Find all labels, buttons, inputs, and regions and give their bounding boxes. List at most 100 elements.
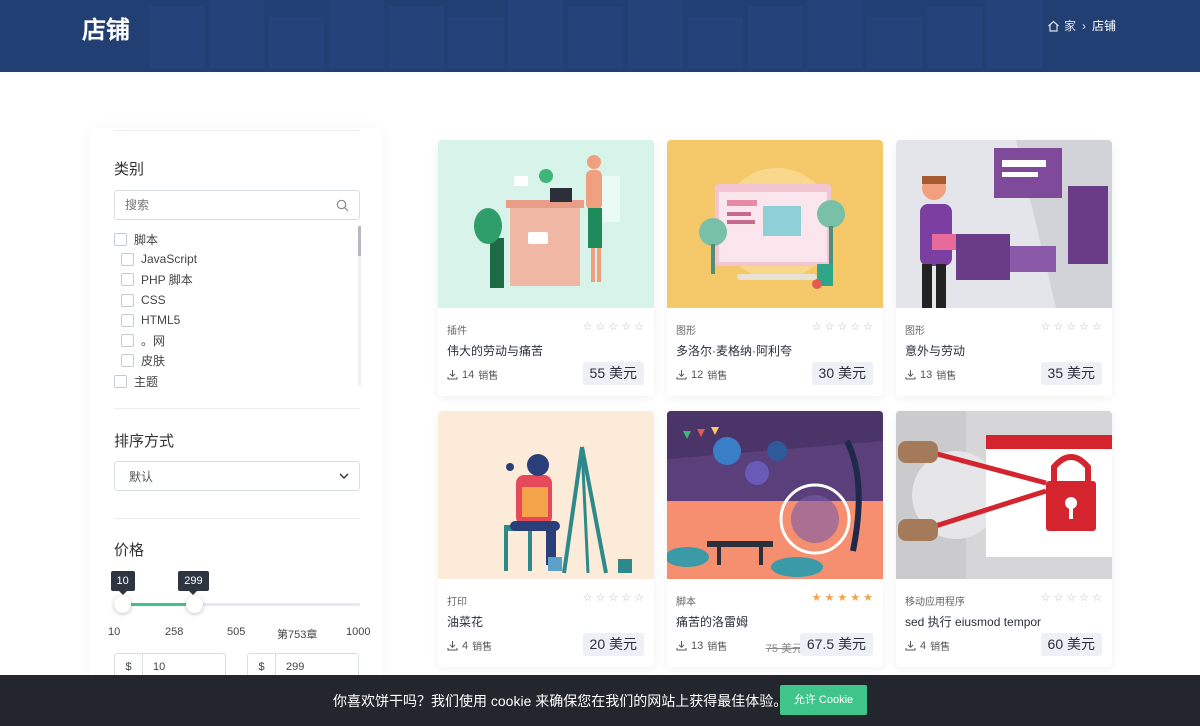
product-category: 移动应用程序 xyxy=(905,597,965,608)
product-image[interactable] xyxy=(438,140,654,308)
star-icon: ☆ xyxy=(811,321,822,333)
sales-label: 销售 xyxy=(930,642,951,653)
star-icon: ☆ xyxy=(824,321,835,333)
allow-cookie-button[interactable]: 允许 Cookie xyxy=(780,685,867,715)
category-checkbox[interactable] xyxy=(121,293,134,307)
star-icon: ☆ xyxy=(837,321,848,333)
star-icon: ★ xyxy=(811,592,822,604)
cookie-banner: 你喜欢饼干吗？我们使用 cookie 来确保您在我们的网站上获得最佳体验。 允许… xyxy=(0,675,1200,726)
product-rating: ☆ ☆ ☆ ☆ ☆ xyxy=(583,320,644,333)
product-image[interactable] xyxy=(896,140,1112,308)
divider xyxy=(114,518,360,519)
page-header: ▆▇▅▇▆▅▇▆▇▅▆▇▅▆▇ 店铺 家 › 店铺 xyxy=(0,0,1200,72)
product-card[interactable]: 图形 ☆ ☆ ☆ ☆ ☆ 多洛尔·麦格纳·阿利夸 12 销售 30 美元 xyxy=(667,140,883,396)
product-card[interactable]: 图形 ☆ ☆ ☆ ☆ ☆ 意外与劳动 13 销售 35 美元 xyxy=(896,140,1112,396)
category-checkbox[interactable] xyxy=(121,354,134,368)
product-category: 插件 xyxy=(447,326,467,337)
category-item[interactable]: 脚本 xyxy=(114,229,360,249)
star-icon: ☆ xyxy=(582,592,593,604)
download-icon xyxy=(676,370,687,380)
divider xyxy=(114,408,360,409)
category-item[interactable]: JavaScript xyxy=(114,249,360,269)
product-old-price: 75 美元 xyxy=(765,643,803,655)
product-card[interactable]: 插件 ☆ ☆ ☆ ☆ ☆ 伟大的劳动与痛苦 14 销售 55 美元 xyxy=(438,140,654,396)
price-slider[interactable] xyxy=(114,596,360,613)
category-item[interactable]: CSS xyxy=(114,290,360,310)
product-category: 图形 xyxy=(676,326,696,337)
category-label: CSS xyxy=(141,293,166,308)
product-rating: ☆ ☆ ☆ ☆ ☆ xyxy=(583,591,644,604)
star-icon: ☆ xyxy=(1079,321,1090,333)
star-icon: ☆ xyxy=(595,321,606,333)
category-checkbox[interactable] xyxy=(121,334,134,348)
price-tick: 1000 xyxy=(346,626,371,638)
divider xyxy=(114,130,360,131)
product-sales: 13 销售 xyxy=(905,367,956,382)
category-item[interactable]: HTML5 xyxy=(114,310,360,330)
category-item[interactable]: 。网 xyxy=(114,330,360,350)
product-sales: 13 销售 xyxy=(676,638,727,653)
sales-label: 销售 xyxy=(478,371,499,382)
star-icon: ☆ xyxy=(634,592,644,604)
chevron-down-icon xyxy=(339,473,349,479)
category-search-input[interactable] xyxy=(125,198,336,212)
product-name[interactable]: 多洛尔·麦格纳·阿利夸 xyxy=(676,342,792,359)
product-rating: ☆ ☆ ☆ ☆ ☆ xyxy=(1041,591,1102,604)
product-category: 脚本 xyxy=(676,597,696,608)
product-card[interactable]: 打印 ☆ ☆ ☆ ☆ ☆ 油菜花 4 销售 20 美元 xyxy=(438,411,654,667)
filter-sidebar: 类别 脚本 JavaScript PHP 脚本 CSS HTML5 。网 皮肤 … xyxy=(90,128,382,688)
price-slider-handle-min[interactable] xyxy=(114,596,131,613)
star-icon: ☆ xyxy=(634,321,644,333)
category-label: HTML5 xyxy=(141,313,181,328)
sales-label: 销售 xyxy=(707,642,728,653)
star-icon: ☆ xyxy=(608,321,619,333)
product-price: 55 美元 xyxy=(582,362,644,385)
sort-title: 排序方式 xyxy=(114,433,175,450)
price-tick: 258 xyxy=(165,626,184,638)
price-slider-handle-max[interactable] xyxy=(185,596,203,613)
category-checkbox[interactable] xyxy=(121,313,134,327)
category-scrollbar[interactable] xyxy=(358,226,361,386)
star-icon: ☆ xyxy=(850,321,861,333)
product-category: 打印 xyxy=(447,597,467,608)
product-name[interactable]: sed 执行 eiusmod tempor xyxy=(905,613,1041,630)
star-icon: ☆ xyxy=(1092,592,1102,604)
category-checkbox[interactable] xyxy=(121,273,134,287)
product-image[interactable] xyxy=(438,411,654,579)
breadcrumb: 家 › 店铺 xyxy=(1047,17,1116,34)
product-card[interactable]: 脚本 ★ ★ ★ ★ ★ 痛苦的洛雷姆 13 销售 75 美元 67.5 美元 xyxy=(667,411,883,667)
product-image[interactable] xyxy=(667,411,883,579)
product-name[interactable]: 痛苦的洛雷姆 xyxy=(676,613,748,630)
product-category: 图形 xyxy=(905,326,925,337)
category-item[interactable]: 主题 xyxy=(114,371,360,389)
price-from-tooltip: 10 xyxy=(110,571,135,595)
product-sales: 4 销售 xyxy=(447,638,492,653)
star-icon: ☆ xyxy=(1040,321,1051,333)
sales-count: 4 xyxy=(920,639,927,652)
category-checkbox[interactable] xyxy=(114,374,127,388)
breadcrumb-home[interactable]: 家 xyxy=(1047,17,1076,34)
star-icon: ★ xyxy=(850,592,861,604)
product-card[interactable]: 移动应用程序 ☆ ☆ ☆ ☆ ☆ sed 执行 eiusmod tempor 4 销售 … xyxy=(896,411,1112,667)
price-title: 价格 xyxy=(114,542,145,559)
product-name[interactable]: 油菜花 xyxy=(447,613,483,630)
category-checkbox[interactable] xyxy=(114,232,127,246)
product-name[interactable]: 伟大的劳动与痛苦 xyxy=(447,342,543,359)
product-price: 30 美元 xyxy=(811,362,873,385)
sort-select[interactable]: 默认 xyxy=(114,461,360,491)
scrollbar-thumb[interactable] xyxy=(358,226,361,256)
category-item[interactable]: PHP 脚本 xyxy=(114,270,360,290)
product-image[interactable] xyxy=(896,411,1112,579)
download-icon xyxy=(905,370,916,380)
product-name[interactable]: 意外与劳动 xyxy=(905,342,965,359)
category-item[interactable]: 皮肤 xyxy=(114,351,360,371)
star-icon: ★ xyxy=(824,592,835,604)
home-icon xyxy=(1048,20,1059,32)
search-icon[interactable] xyxy=(336,199,349,212)
star-icon: ☆ xyxy=(595,592,606,604)
product-image[interactable] xyxy=(667,140,883,308)
star-icon: ☆ xyxy=(1053,321,1064,333)
header-decoration: ▆▇▅▇▆▅▇▆▇▅▆▇▅▆▇ xyxy=(150,0,1048,66)
sales-count: 4 xyxy=(462,639,469,652)
category-checkbox[interactable] xyxy=(121,252,134,266)
